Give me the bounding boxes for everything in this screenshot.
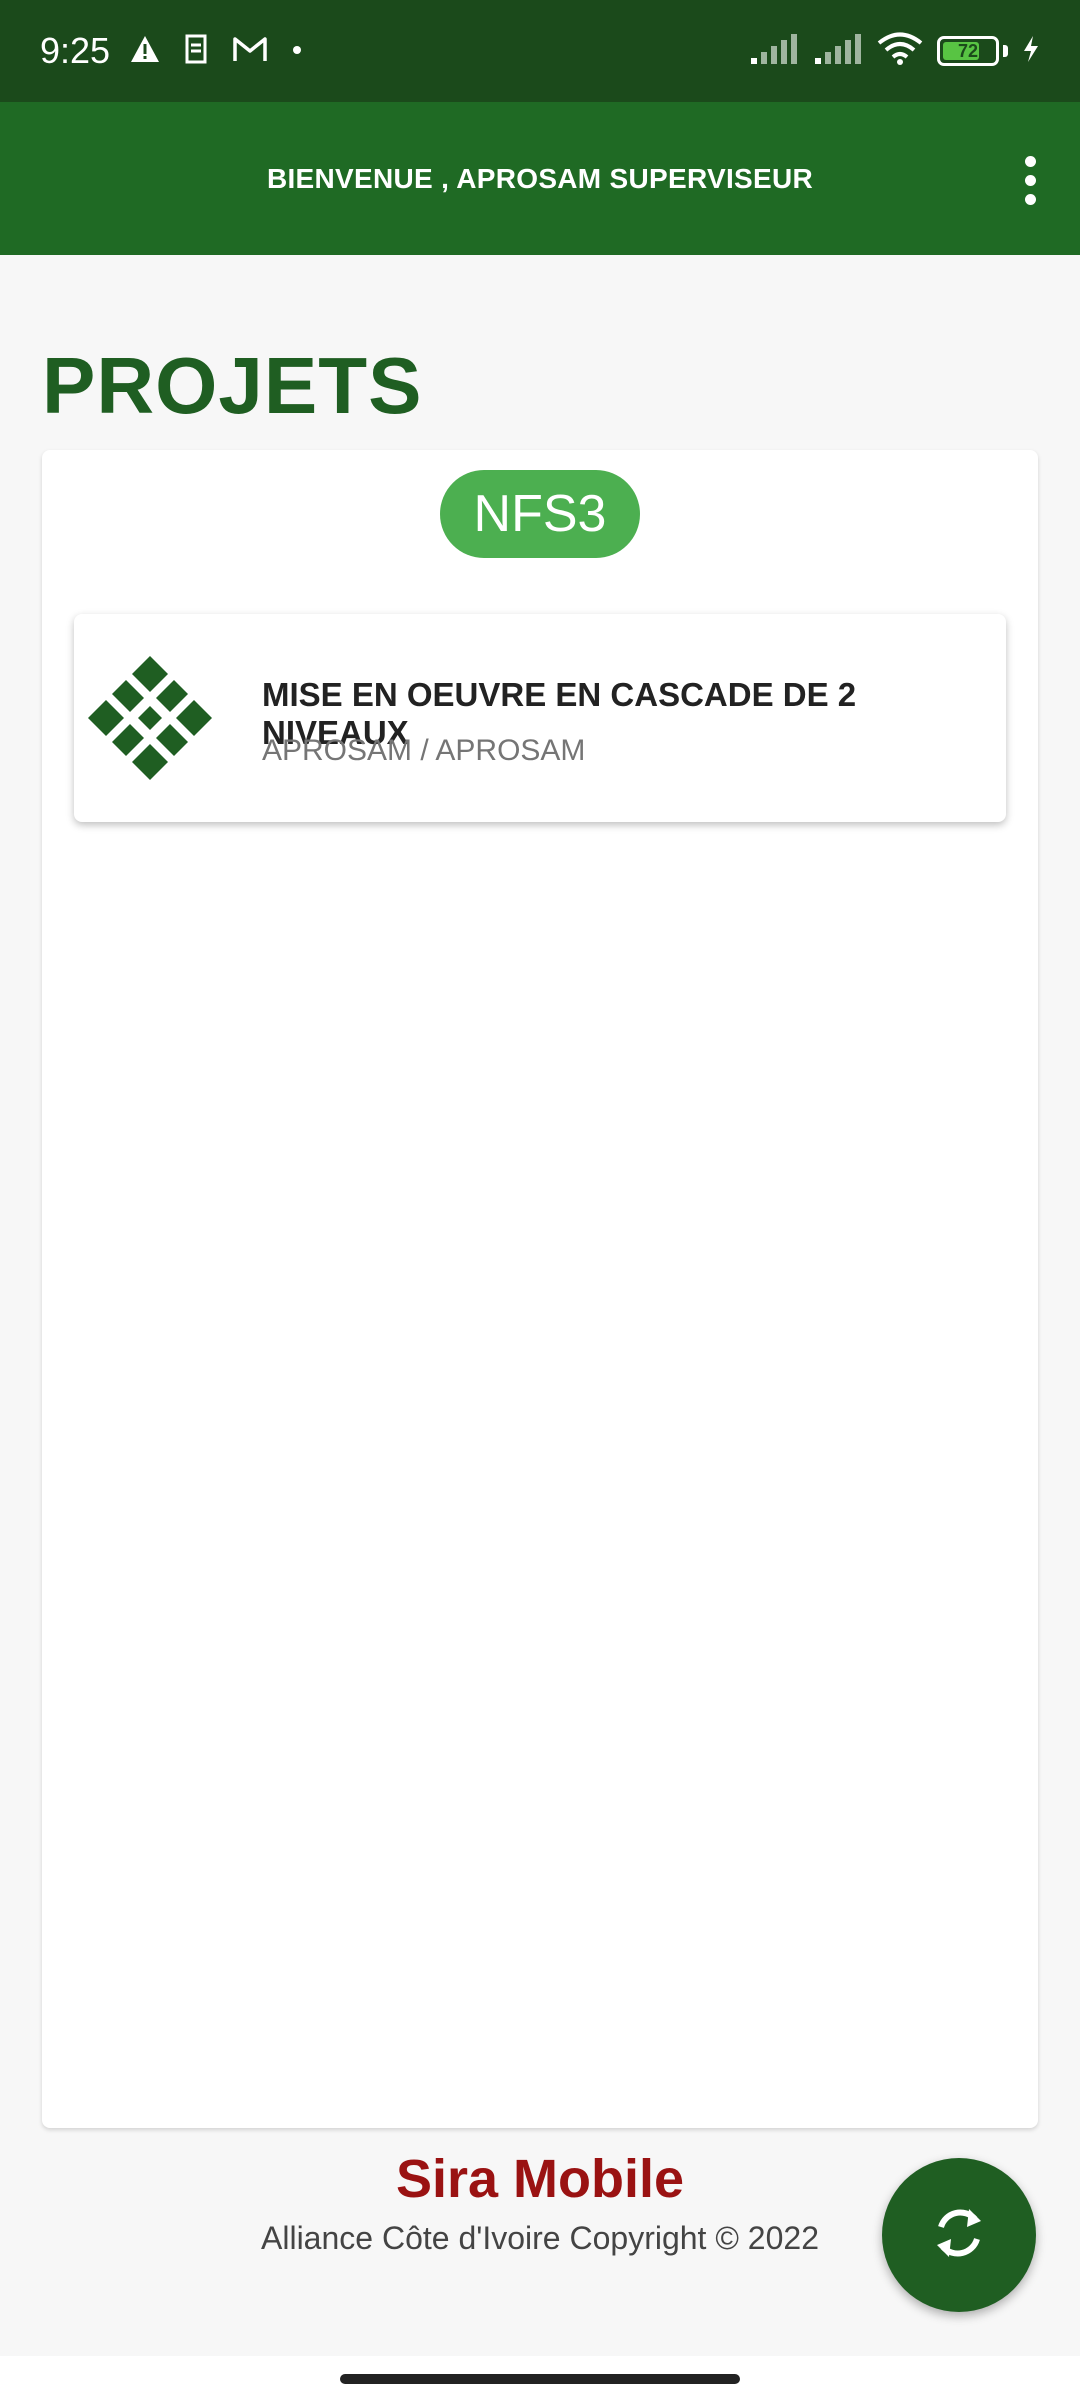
more-vertical-icon [1024, 155, 1036, 167]
project-item[interactable]: MISE EN OEUVRE EN CASCADE DE 2 NIVEAUX A… [74, 614, 1006, 822]
sync-icon [929, 2203, 989, 2268]
battery-level: 72 [957, 40, 979, 61]
signal-icon [749, 32, 799, 71]
status-time: 9:25 [40, 30, 111, 71]
app-bar: BIENVENUE , APROSAM SUPERVISEUR [0, 102, 1080, 255]
wifi-icon [877, 32, 923, 71]
alert-icon [130, 35, 160, 68]
dot-icon [292, 42, 302, 60]
project-subtitle: APROSAM / APROSAM [262, 734, 586, 767]
organisation-chip[interactable]: NFS3 [440, 470, 640, 558]
battery-icon: 72 [937, 36, 999, 66]
home-indicator[interactable] [340, 2374, 740, 2384]
signal-icon [813, 32, 863, 71]
sync-button[interactable] [882, 2158, 1036, 2312]
status-bar: 9:25 72 [0, 0, 1080, 102]
more-options-button[interactable] [1000, 150, 1060, 210]
project-logo-icon [86, 654, 214, 782]
projects-card: NFS3 MISE EN OEUVRE EN CASCADE DE 2 NIVE [42, 450, 1038, 2128]
charging-icon [1022, 35, 1040, 68]
welcome-title: BIENVENUE , APROSAM SUPERVISEUR [266, 162, 814, 194]
system-nav-bar [0, 2356, 1080, 2400]
gmail-icon [232, 35, 268, 68]
page-title: PROJETS [42, 341, 423, 430]
sim-icon [184, 34, 208, 69]
